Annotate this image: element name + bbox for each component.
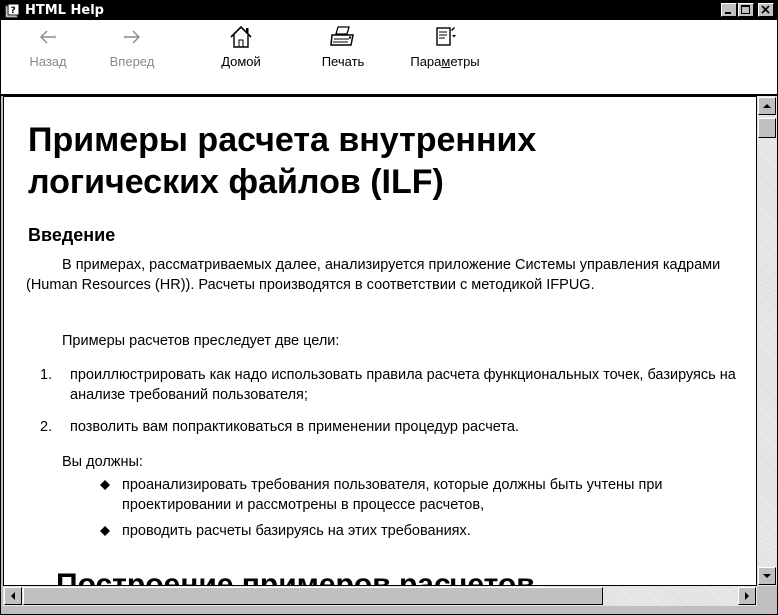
list-item-text: проводить расчеты базируясь на этих треб… [122, 523, 471, 539]
arrow-down-icon [763, 574, 771, 578]
back-label: Назад [29, 54, 67, 69]
horizontal-scroll-thumb[interactable] [23, 587, 603, 605]
scroll-right-button[interactable] [738, 587, 756, 605]
back-arrow-icon [40, 30, 56, 44]
home-icon [230, 25, 252, 48]
options-icon [436, 27, 456, 46]
scroll-left-button[interactable] [4, 587, 22, 605]
diamond-bullet-icon [100, 526, 110, 536]
forward-label: Вперед [109, 54, 155, 69]
window-title: HTML Help [25, 3, 104, 18]
minimize-button[interactable] [721, 3, 737, 17]
list-number: 1. [40, 367, 53, 383]
arrow-up-icon [763, 104, 771, 108]
toolbar: Назад Вперед Домой Печать Параметры [1, 20, 777, 96]
forward-arrow-icon [124, 30, 140, 44]
list-item-text: проанализировать требования пользователя… [122, 477, 663, 513]
options-button[interactable]: Параметры [407, 24, 483, 70]
intro-paragraph: В примерах, рассматриваемых далее, анали… [26, 257, 721, 293]
list-item: 1. проиллюстрировать как надо использова… [40, 365, 742, 405]
title-bar[interactable]: ? HTML Help [1, 1, 777, 20]
must-lead: Вы должны: [62, 454, 143, 470]
arrow-left-icon [11, 592, 15, 600]
help-book-icon: ? [5, 3, 21, 18]
list-item-text: позволить вам попрактиковаться в примене… [70, 419, 519, 435]
page-title: Примеры расчета внутренних логических фа… [28, 121, 537, 201]
maximize-icon [741, 5, 750, 14]
diamond-bullet-icon [100, 480, 110, 490]
help-topic-content: Примеры расчета внутренних логических фа… [3, 96, 757, 586]
svg-text:?: ? [11, 6, 16, 16]
print-button[interactable]: Печать [311, 24, 375, 70]
arrow-right-icon [745, 592, 749, 600]
print-label: Печать [321, 54, 365, 69]
scrollbar-corner [757, 586, 777, 606]
forward-button[interactable]: Вперед [97, 24, 167, 70]
home-label: Домой [221, 54, 261, 69]
printer-icon [330, 26, 354, 46]
vertical-scroll-thumb[interactable] [758, 118, 776, 138]
next-section-heading: Построение примеров расчетов [56, 568, 535, 586]
maximize-button[interactable] [738, 3, 754, 17]
minimize-icon [725, 12, 731, 14]
list-item-text: проиллюстрировать как надо использовать … [70, 367, 736, 403]
scroll-up-button[interactable] [758, 97, 776, 115]
list-number: 2. [40, 419, 53, 435]
list-item: проводить расчеты базируясь на этих треб… [100, 521, 742, 541]
options-label: Параметры [410, 54, 480, 69]
list-item: 2. позволить вам попрактиковаться в прим… [40, 417, 742, 437]
vertical-scrollbar[interactable] [757, 96, 777, 586]
back-button[interactable]: Назад [23, 24, 73, 70]
list-item: проанализировать требования пользователя… [100, 475, 742, 515]
vertical-scroll-track[interactable] [757, 96, 777, 586]
scroll-down-button[interactable] [758, 567, 776, 585]
help-window: ? HTML Help Назад Вперед Домой Печать Па… [0, 0, 778, 615]
close-icon [761, 5, 770, 14]
close-button[interactable] [758, 3, 774, 17]
section-heading: Введение [28, 225, 116, 245]
horizontal-scrollbar[interactable] [3, 586, 757, 606]
home-button[interactable]: Домой [211, 24, 271, 70]
goals-lead: Примеры расчетов преследует две цели: [62, 333, 340, 349]
